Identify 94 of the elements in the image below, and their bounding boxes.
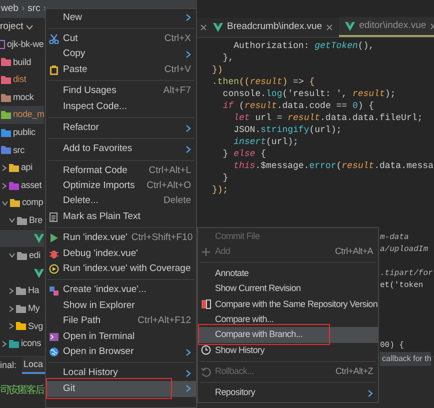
close-icon: [200, 24, 207, 31]
terminal-icon: [49, 332, 59, 342]
menu-item[interactable]: Mark as Plain Text: [46, 209, 196, 225]
tree-item[interactable]: build: [0, 54, 44, 72]
document-icon: [49, 212, 59, 222]
menu-item[interactable]: Refactor: [46, 120, 196, 136]
plus-icon: [201, 247, 211, 258]
terminal-tab[interactable]: Loca: [22, 357, 46, 374]
menu-item[interactable]: Annotate: [198, 266, 378, 282]
menu-item[interactable]: Inspect Code...: [46, 98, 196, 114]
tree-item[interactable]: My: [0, 300, 44, 318]
menu-item[interactable]: Local History: [46, 366, 196, 382]
clipboard-icon: [49, 64, 59, 75]
breadcrumb-item[interactable]: src: [28, 2, 40, 16]
menu-item[interactable]: Show in Explorer: [46, 298, 196, 314]
tree-item[interactable]: api: [0, 159, 44, 177]
menu-item[interactable]: Find Usages Alt+F7: [46, 84, 196, 99]
coverage-icon: [49, 264, 59, 274]
menu-item[interactable]: Reformat Code Ctrl+Alt+L: [46, 163, 196, 179]
code-line: }: [222, 172, 230, 184]
globe-icon: [49, 347, 59, 358]
code-line: et('token: [380, 280, 424, 292]
code-line: this.$message.error(result.data.messa: [232, 160, 434, 172]
close-icon: [326, 24, 334, 30]
vue-file-icon: [213, 22, 223, 32]
menu-item[interactable]: Create 'index.vue'...: [46, 282, 196, 298]
tree-item[interactable]: Bre: [0, 212, 44, 230]
editor-tab[interactable]: editor\index.vue: [339, 17, 434, 37]
menu-item[interactable]: Debug 'index.vue': [46, 246, 196, 262]
code-line: .tipart/for: [380, 268, 433, 280]
tree-item[interactable]: public: [0, 124, 44, 142]
tree-item[interactable]: asset: [0, 176, 44, 194]
code-line: Authorization: getToken(),: [232, 40, 376, 52]
code-line: if (result.data.code == 0) {: [222, 100, 376, 112]
menu-item[interactable]: File Path Ctrl+Alt+F12: [46, 314, 196, 330]
compare-icon: [201, 299, 211, 310]
scissors-icon: [49, 34, 59, 44]
breadcrumb-separator: ›: [21, 2, 25, 16]
tree-item[interactable]: edi: [0, 247, 44, 265]
code-line: 00) {: [380, 340, 404, 352]
code-line: a/uploadIm: [380, 244, 428, 256]
code-line: }): [211, 64, 224, 76]
tree-item[interactable]: comp: [0, 194, 44, 212]
code-line: console.log('result: ', result);: [222, 88, 397, 100]
chevron-down-icon: [26, 24, 34, 30]
menu-item[interactable]: Open in Terminal: [46, 329, 196, 344]
menu-item[interactable]: Paste Ctrl+V: [46, 62, 196, 78]
tooltip: callback for th: [380, 352, 432, 366]
menu-item[interactable]: Repository: [198, 386, 378, 401]
tree-item[interactable]: icons: [0, 335, 44, 353]
menu-item[interactable]: New: [46, 10, 196, 26]
rollback-icon: [201, 366, 211, 377]
tree-item[interactable]: Svg: [0, 318, 44, 336]
play-icon: [49, 233, 59, 244]
bug-icon: [49, 248, 59, 259]
editor-tab[interactable]: Breadcrumb\index.vue: [207, 17, 340, 37]
tree-item[interactable]: dist: [0, 71, 44, 89]
config-icon: [49, 286, 59, 296]
code-line: },: [222, 52, 235, 64]
vue-file-icon: [34, 234, 44, 243]
code-line: let url = result.data.data.fileUrl;: [232, 112, 424, 124]
vue-file-icon: [34, 269, 44, 278]
menu-item[interactable]: Cut Ctrl+X: [46, 31, 196, 47]
clock-icon: [201, 345, 211, 356]
vue-file-icon: [345, 22, 356, 30]
panel-title: inal:: [0, 358, 18, 372]
tree-item[interactable]: ojk-bk-we: [0, 36, 44, 54]
breadcrumb-item[interactable]: web: [1, 2, 18, 16]
menu-item[interactable]: Optimize Imports Ctrl+Alt+O: [46, 178, 196, 194]
menu-item[interactable]: Compare with Branch...: [198, 327, 378, 343]
code-line: });: [211, 184, 230, 196]
terminal-text: 司\安匿客后: [0, 385, 44, 396]
code-line: .then((result) => {: [211, 76, 316, 88]
menu-item[interactable]: Compare with...: [198, 312, 378, 328]
menu-item[interactable]: Show Current Revision: [198, 281, 378, 297]
code-line: m-data: [380, 232, 409, 244]
menu-item[interactable]: Compare with the Same Repository Version: [198, 296, 378, 312]
menu-item[interactable]: Run 'index.vue' with Coverage: [46, 261, 196, 277]
tree-item[interactable]: node_m: [0, 106, 44, 124]
tree-item[interactable]: [0, 230, 44, 248]
menu-item[interactable]: Add to Favorites: [46, 142, 196, 158]
menu-item[interactable]: Delete... Delete: [46, 194, 196, 210]
tree-item[interactable]: src: [0, 142, 44, 160]
menu-item[interactable]: Copy: [46, 46, 196, 62]
code-line: insert(url);: [232, 136, 300, 148]
menu-item[interactable]: Show History: [198, 342, 378, 358]
tree-item[interactable]: mock: [0, 88, 44, 106]
tree-item[interactable]: Ha: [0, 282, 44, 300]
code-line: JSON.stringify(url);: [232, 124, 343, 136]
code-line: } else {: [222, 148, 268, 160]
menu-item[interactable]: Run 'index.vue' Ctrl+Shift+F10: [46, 230, 196, 246]
menu-item[interactable]: Git: [46, 381, 196, 397]
menu-item[interactable]: Open in Browser: [46, 344, 196, 360]
panel-title[interactable]: roject: [0, 20, 24, 34]
